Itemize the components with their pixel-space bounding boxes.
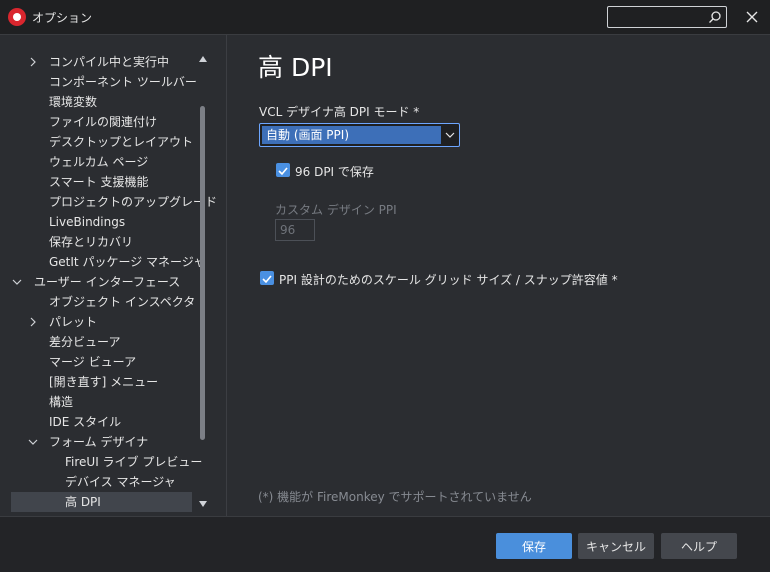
search-icon	[709, 11, 721, 23]
page-title: 高 DPI	[258, 53, 333, 82]
sidebar-item[interactable]: プロジェクトのアップグレード	[0, 192, 217, 212]
sidebar-item-label: 保存とリカバリ	[49, 235, 134, 249]
cancel-button[interactable]: キャンセル	[578, 533, 654, 559]
chevron-down-icon[interactable]	[12, 277, 22, 287]
app-logo-icon	[8, 8, 26, 26]
sidebar-item[interactable]: 環境変数	[0, 92, 190, 112]
sidebar-item-label: 高 DPI	[65, 495, 101, 509]
save-button[interactable]: 保存	[496, 533, 572, 559]
sidebar-item[interactable]: 構造	[0, 392, 190, 412]
options-tree[interactable]: コンパイル中と実行中コンポーネント ツールバー 環境変数ファイルの関連付けデスクト…	[0, 35, 227, 516]
sidebar-item-label: コンポーネント ツールバー	[49, 75, 197, 89]
close-button[interactable]	[740, 6, 764, 28]
sidebar-item[interactable]: スマート 支援機能	[0, 172, 190, 192]
sidebar-item[interactable]: GetIt パッケージ マネージャ	[0, 252, 205, 272]
sidebar-item[interactable]: ユーザー インターフェース	[0, 272, 190, 292]
sidebar-item-label: ファイルの関連付け	[49, 115, 158, 129]
scale-grid-label: PPI 設計のためのスケール グリッド サイズ / スナップ許容値 *	[279, 273, 618, 287]
sidebar-item-label: プロジェクトのアップグレード	[49, 195, 218, 209]
chevron-right-icon[interactable]	[28, 317, 38, 327]
chevron-right-icon[interactable]	[28, 57, 38, 67]
close-icon	[746, 11, 758, 23]
title-bar: オプション	[0, 0, 770, 35]
sidebar-item-label: オブジェクト インスペクタ	[49, 295, 196, 309]
custom-ppi-label: カスタム デザイン PPI	[275, 203, 397, 217]
sidebar-item-label: 差分ビューア	[49, 335, 121, 349]
sidebar-item-label: スマート 支援機能	[49, 175, 149, 189]
custom-ppi-input: 96	[275, 219, 315, 241]
scale-grid-checkbox[interactable]	[260, 271, 274, 285]
dpi-mode-label: VCL デザイナ高 DPI モード *	[259, 105, 420, 119]
sidebar-item-label: GetIt パッケージ マネージャ	[49, 255, 206, 269]
footnote: (*) 機能が FireMonkey でサポートされていません	[258, 490, 532, 504]
sidebar-item-label: マージ ビューア	[49, 355, 137, 369]
check-icon	[262, 275, 272, 284]
window-title: オプション	[32, 11, 93, 25]
sidebar-item-label: ユーザー インターフェース	[34, 275, 181, 289]
sidebar-item-label: パレット	[49, 315, 98, 329]
check-icon	[278, 167, 288, 176]
sidebar-item-label: デスクトップとレイアウト	[49, 135, 194, 149]
sidebar-item[interactable]: 差分ビューア	[0, 332, 190, 352]
sidebar-item-label: ウェルカム ページ	[49, 155, 149, 169]
sidebar-item-label: [開き直す] メニュー	[49, 375, 159, 389]
sidebar-item[interactable]: デスクトップとレイアウト	[0, 132, 194, 152]
sidebar-item-label: フォーム デザイナ	[49, 435, 149, 449]
sidebar-item[interactable]: LiveBindings	[0, 212, 190, 232]
tree-scrollbar[interactable]	[198, 50, 208, 520]
sidebar-item[interactable]: 保存とリカバリ	[0, 232, 190, 252]
sidebar-item-label: 構造	[49, 395, 74, 409]
scroll-down-icon[interactable]	[198, 499, 208, 509]
save-96dpi-label: 96 DPI で保存	[295, 165, 374, 179]
sidebar-item-label: コンパイル中と実行中	[49, 55, 170, 69]
sidebar-item[interactable]: デバイス マネージャ	[0, 472, 190, 492]
help-button[interactable]: ヘルプ	[661, 533, 737, 559]
dialog-footer: 保存 キャンセル ヘルプ	[0, 516, 770, 572]
sidebar-item-label: FireUI ライブ プレビュー	[65, 455, 203, 469]
sidebar-item-label: デバイス マネージャ	[65, 475, 176, 489]
chevron-down-icon[interactable]	[28, 437, 38, 447]
sidebar-item[interactable]: フォーム デザイナ	[0, 432, 190, 452]
sidebar-item[interactable]: パレット	[0, 312, 190, 332]
sidebar-item[interactable]: ファイルの関連付け	[0, 112, 190, 132]
sidebar-item[interactable]: コンパイル中と実行中	[0, 52, 190, 72]
sidebar-item[interactable]: [開き直す] メニュー	[0, 372, 190, 392]
sidebar-item-label: LiveBindings	[49, 215, 126, 229]
dpi-mode-select[interactable]: 自動 (画面 PPI)	[259, 123, 460, 147]
scroll-up-icon[interactable]	[198, 54, 208, 64]
scroll-thumb[interactable]	[200, 106, 205, 440]
sidebar-item[interactable]: マージ ビューア	[0, 352, 190, 372]
sidebar-item[interactable]: 高 DPI	[11, 492, 192, 512]
sidebar-item[interactable]: ウェルカム ページ	[0, 152, 190, 172]
dpi-mode-value: 自動 (画面 PPI)	[262, 126, 441, 144]
sidebar-item-label: 環境変数	[49, 95, 98, 109]
sidebar-item[interactable]: コンポーネント ツールバー	[0, 72, 197, 92]
save-96dpi-checkbox[interactable]	[276, 163, 290, 177]
search-input[interactable]	[607, 6, 727, 28]
sidebar-item[interactable]: FireUI ライブ プレビュー	[0, 452, 202, 472]
chevron-down-icon	[445, 132, 455, 138]
sidebar-item[interactable]: オブジェクト インスペクタ	[0, 292, 195, 312]
sidebar-item[interactable]: IDE スタイル	[0, 412, 190, 432]
sidebar-item-label: IDE スタイル	[49, 415, 122, 429]
